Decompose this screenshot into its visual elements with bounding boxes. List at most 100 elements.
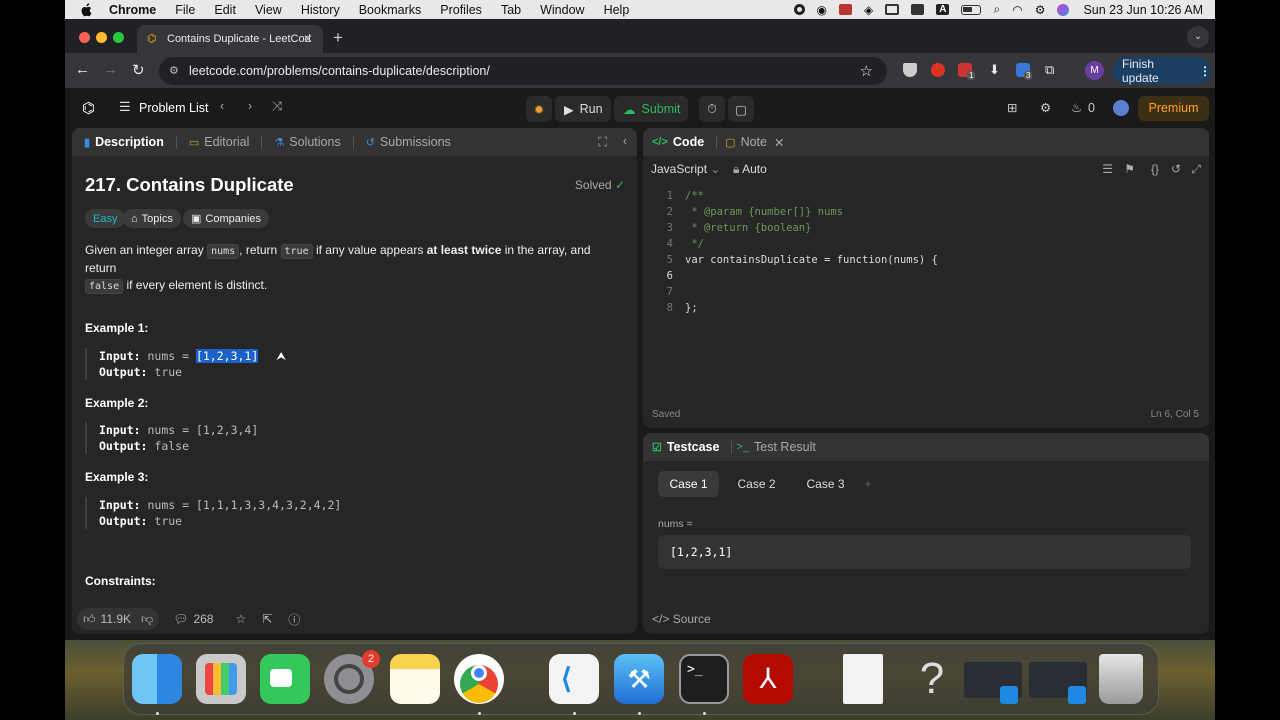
wifi-icon[interactable]: ◠ (1012, 3, 1022, 17)
menu-tab[interactable]: Tab (501, 3, 521, 17)
timer-button[interactable]: ⏱ (699, 96, 725, 122)
close-tab-icon[interactable]: ✕ (303, 32, 313, 46)
menu-profiles[interactable]: Profiles (440, 3, 482, 17)
maximize-panel-icon[interactable]: ⛶ (598, 135, 607, 150)
menu-bookmarks[interactable]: Bookmarks (359, 3, 422, 17)
case-1-tab[interactable]: Case 1 (658, 471, 719, 497)
notes-button[interactable]: ▢ (728, 96, 754, 122)
vscode-icon[interactable]: ⟨ (549, 654, 599, 704)
trash-icon[interactable] (1099, 654, 1143, 704)
topics-tag[interactable]: ⌂ Topics (123, 209, 181, 228)
eye-icon[interactable]: ◉ (817, 3, 827, 17)
tab-code[interactable]: </> Code (652, 135, 704, 149)
tab-test-result[interactable]: >_ Test Result (736, 440, 815, 454)
favorite-star-icon[interactable]: ☆ (235, 612, 246, 626)
launchpad-icon[interactable] (196, 654, 246, 704)
premium-button[interactable]: Premium (1138, 96, 1209, 121)
shuffle-icon[interactable]: ⤨ (272, 99, 282, 114)
site-info-icon[interactable]: ⚙ (169, 64, 181, 77)
bookmark-star-icon[interactable]: ☆ (860, 62, 873, 80)
menu-window[interactable]: Window (540, 3, 584, 17)
record-icon[interactable] (793, 4, 805, 15)
settings-gear-icon[interactable]: ⚙ (1040, 100, 1051, 115)
streak-fire-icon[interactable]: ♨ (1071, 100, 1082, 115)
finish-update-button[interactable]: Finish update ⋮ (1113, 57, 1211, 85)
vscode-window-icon-2[interactable] (1068, 686, 1086, 704)
run-button[interactable]: ▶ Run (555, 96, 611, 122)
more-menu-icon[interactable]: ⋮ (1199, 64, 1211, 78)
comments-button[interactable]: 💬︎ 268 (173, 612, 213, 626)
record-extension-icon[interactable] (931, 63, 945, 77)
selected-input-value[interactable]: [1,2,3,1] (195, 349, 259, 363)
terminal-icon[interactable]: >_ (679, 654, 729, 704)
close-note-icon[interactable]: ✕ (774, 135, 784, 150)
difficulty-badge[interactable]: Easy (85, 209, 126, 228)
vscode-window-icon[interactable] (1000, 686, 1018, 704)
back-icon[interactable]: ← (75, 61, 90, 78)
siri-icon[interactable] (1057, 3, 1070, 16)
menu-edit[interactable]: Edit (214, 3, 236, 17)
control-center-icon[interactable]: ⚙ (1035, 3, 1046, 17)
browser-tab[interactable]: ⌬ Contains Duplicate - LeetCod ✕ (137, 25, 323, 53)
tab-search-icon[interactable]: ⌄ (1187, 26, 1209, 48)
finder-icon[interactable] (132, 654, 182, 704)
menu-app-name[interactable]: Chrome (109, 3, 156, 17)
debug-button[interactable]: ✹ (526, 96, 552, 122)
code-editor[interactable]: 1 2 3 4 5 6 7 8 /** * @param {number[]} … (643, 184, 1209, 384)
search-icon[interactable]: ⌕ (993, 2, 1000, 17)
facetime-icon[interactable] (260, 654, 310, 704)
memory-icon[interactable] (911, 4, 925, 15)
problem-list-link[interactable]: Problem List (139, 101, 208, 115)
case-2-tab[interactable]: Case 2 (726, 471, 787, 497)
braces-icon[interactable]: {} (1151, 162, 1159, 176)
reload-icon[interactable]: ↻ (132, 61, 145, 79)
shield-extension-icon[interactable] (903, 63, 917, 77)
expand-icon[interactable]: ⤢ (1191, 162, 1201, 177)
apple-icon[interactable] (79, 2, 93, 17)
keyboard-input-icon[interactable]: A (936, 4, 950, 15)
download-extension-icon[interactable]: ⬇ (989, 62, 1000, 78)
acrobat-icon[interactable]: ⅄ (743, 654, 793, 704)
problem-list-icon[interactable]: ☰ (119, 99, 131, 115)
notes-icon[interactable] (390, 654, 440, 704)
layers-icon[interactable]: ◈ (864, 3, 873, 17)
menu-view[interactable]: View (255, 3, 282, 17)
document-icon[interactable] (843, 654, 883, 704)
language-select[interactable]: JavaScript ⌄ (651, 162, 720, 176)
bookmark-icon[interactable]: ⚑ (1124, 162, 1135, 176)
collapse-panel-icon[interactable]: ‹ (623, 134, 627, 148)
auto-mode[interactable]: 🔒︎ Auto (733, 162, 767, 177)
menu-file[interactable]: File (175, 3, 195, 17)
question-mark-icon[interactable]: ? (907, 654, 957, 704)
minimize-window-button[interactable] (96, 32, 107, 43)
menu-history[interactable]: History (301, 3, 340, 17)
tab-testcase[interactable]: ☑ Testcase (652, 440, 719, 454)
add-case-icon[interactable]: + (858, 471, 878, 497)
share-icon[interactable]: ⇱ (262, 612, 272, 626)
reset-icon[interactable]: ↺ (1171, 162, 1181, 176)
display-icon[interactable] (885, 4, 900, 15)
companies-tag[interactable]: ▣ Companies (183, 209, 270, 228)
extensions-puzzle-icon[interactable]: ⧉ (1045, 62, 1054, 78)
leetcode-logo-icon[interactable]: ⌬ (82, 99, 95, 117)
case-3-tab[interactable]: Case 3 (795, 471, 856, 497)
address-bar[interactable]: ⚙ leetcode.com/problems/contains-duplica… (159, 57, 887, 85)
layout-icon[interactable]: ⊞ (1007, 100, 1017, 115)
prev-problem-icon[interactable]: ‹ (220, 99, 224, 113)
help-icon[interactable]: ⓘ (288, 611, 300, 628)
menu-help[interactable]: Help (604, 3, 630, 17)
tab-submissions[interactable]: ↺ Submissions (366, 135, 451, 149)
xcode-icon[interactable]: ⚒ (614, 654, 664, 704)
new-tab-icon[interactable]: + (333, 28, 343, 48)
next-problem-icon[interactable]: › (248, 99, 252, 113)
menu-datetime[interactable]: Sun 23 Jun 10:26 AM (1083, 3, 1203, 17)
profile-avatar[interactable]: M (1085, 61, 1104, 80)
format-icon[interactable]: ☰ (1102, 162, 1113, 176)
chrome-icon[interactable] (454, 654, 504, 704)
submit-button[interactable]: ☁ Submit (614, 96, 688, 122)
source-link[interactable]: </> Source (652, 612, 711, 626)
tab-solutions[interactable]: ⚗ Solutions (274, 135, 340, 149)
like-button[interactable]: 👍︎ 11.9K 👎︎ (77, 608, 160, 630)
forward-icon[interactable]: → (103, 61, 118, 78)
thumbs-down-icon[interactable]: 👎︎ (141, 612, 153, 627)
